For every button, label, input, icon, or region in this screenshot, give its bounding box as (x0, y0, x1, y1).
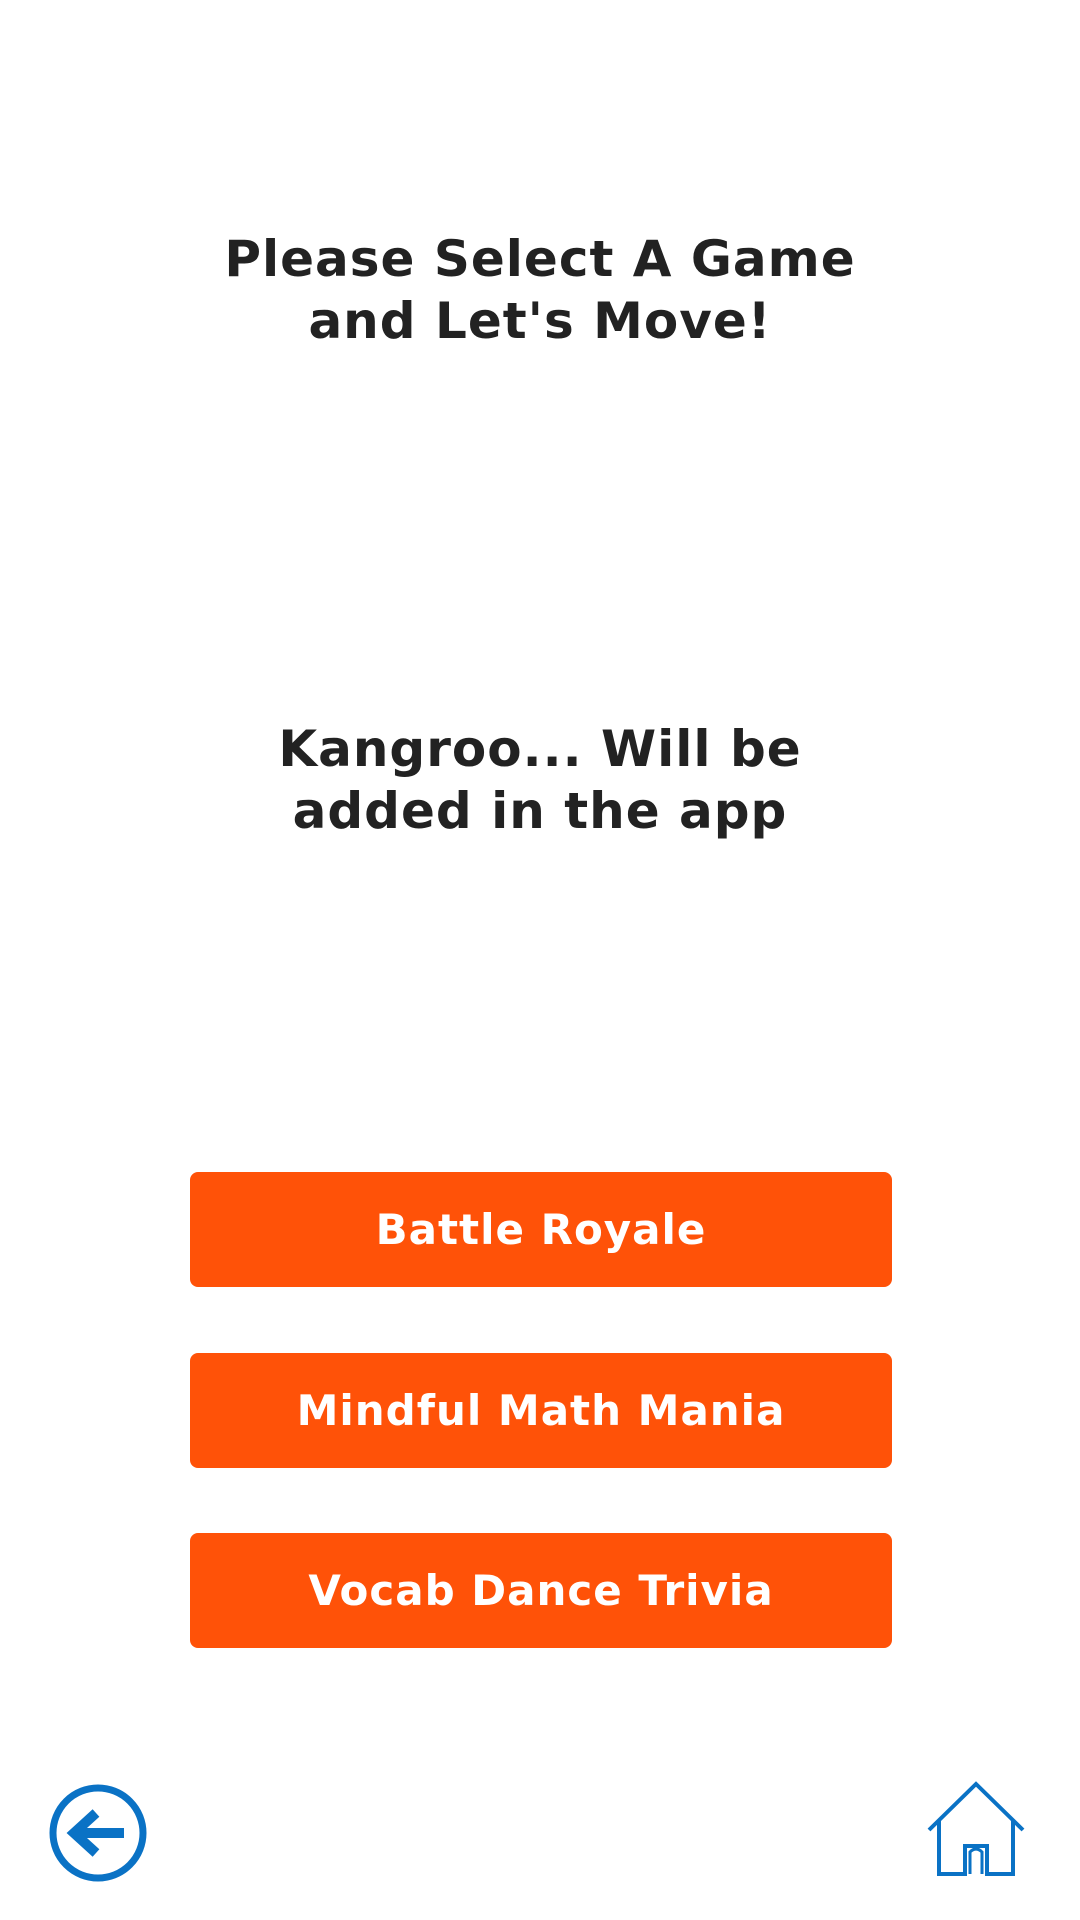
back-arrow-icon (49, 1784, 147, 1882)
page-title: Please Select A Game and Let's Move! (0, 228, 1080, 352)
notice-line2: added in the app (292, 782, 788, 840)
home-icon (927, 1781, 1025, 1876)
coming-soon-notice: Kangroo... Will be added in the app (0, 718, 1080, 842)
battle-royale-button[interactable]: Battle Royale (190, 1172, 892, 1287)
vocab-dance-trivia-label: Vocab Dance Trivia (308, 1566, 774, 1615)
page-title-line2: and Let's Move! (308, 292, 772, 350)
notice-line1: Kangroo... Will be (278, 720, 802, 778)
vocab-dance-trivia-button[interactable]: Vocab Dance Trivia (190, 1533, 892, 1648)
mindful-math-mania-label: Mindful Math Mania (296, 1386, 786, 1435)
battle-royale-label: Battle Royale (375, 1205, 707, 1254)
page-title-line1: Please Select A Game (224, 230, 856, 288)
home-button[interactable] (926, 1780, 1026, 1880)
mindful-math-mania-button[interactable]: Mindful Math Mania (190, 1353, 892, 1468)
back-button[interactable] (48, 1783, 148, 1883)
